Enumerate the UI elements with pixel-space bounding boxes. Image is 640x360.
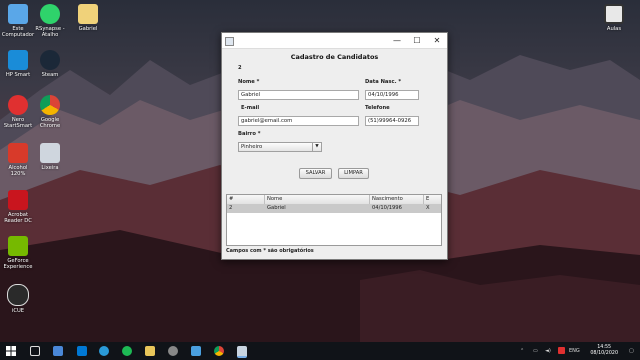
desktop-icon-label: Alcohol 120% [8, 165, 28, 177]
cell-nome: Gabriel [267, 205, 286, 211]
column-header-id[interactable]: # [227, 195, 265, 204]
spotify-taskbar-icon[interactable] [122, 346, 132, 356]
id-value: 2 [238, 65, 242, 71]
system-clock[interactable]: 14:55 08/10/2020 [590, 345, 618, 357]
desktop-icon-steam[interactable]: Steam [27, 50, 73, 78]
salvar-button[interactable]: SALVAR [299, 168, 332, 179]
bairro-selected-value: Pinheiro [241, 144, 263, 150]
desktop-icon-label: Aulas [606, 26, 622, 32]
recycle-bin-icon [40, 143, 60, 163]
hp-smart-icon [8, 50, 28, 70]
desktop-icon-acrobat[interactable]: Acrobat Reader DC [0, 190, 41, 224]
network-icon[interactable]: ▭ [533, 342, 538, 360]
telefone-label: Telefone [365, 105, 390, 111]
desktop-icon-gabriel[interactable]: Gabriel [65, 4, 111, 32]
candidatos-table[interactable]: # Nome Nascimento E 2 Gabriel 04/10/1996… [226, 194, 442, 246]
nome-field[interactable]: Gabriel [238, 90, 359, 100]
table-row[interactable]: 2 Gabriel 04/10/1996 X [227, 204, 441, 213]
cell-id: 2 [229, 205, 233, 211]
desktop-icon-icue[interactable]: iCUE [0, 284, 41, 314]
folder-taskbar-icon[interactable] [145, 346, 155, 356]
nero-icon [8, 95, 28, 115]
window-titlebar[interactable]: — ☐ ✕ [222, 33, 447, 49]
desktop-icon-label: RSynapse - Atalho [35, 26, 65, 38]
steam-icon [40, 50, 60, 70]
chevron-down-icon: ▼ [312, 143, 321, 151]
data-nasc-field[interactable]: 04/10/1996 [365, 90, 419, 100]
bairro-select[interactable]: Pinheiro ▼ [238, 142, 322, 152]
chrome-icon [40, 95, 60, 115]
desktop-icon-label: Google Chrome [39, 117, 61, 129]
desktop-icon-label: iCUE [11, 308, 25, 314]
java-taskbar-icon[interactable] [237, 346, 247, 358]
desktop-icon-label: Gabriel [78, 26, 98, 32]
store-taskbar-icon[interactable] [77, 346, 87, 356]
desktop-icon-aulas[interactable]: Aulas [591, 4, 637, 32]
java-app-icon [225, 37, 234, 46]
column-header-nome[interactable]: Nome [265, 195, 370, 204]
email-label: E-mail [241, 105, 260, 111]
limpar-button[interactable]: LIMPAR [338, 168, 369, 179]
maximize-button[interactable]: ☐ [407, 33, 427, 48]
app-taskbar-icon[interactable] [191, 346, 201, 356]
computer-icon [8, 4, 28, 24]
bairro-label: Bairro * [238, 131, 261, 137]
chevron-up-icon[interactable]: ⌃ [520, 342, 524, 360]
column-header-nascimento[interactable]: Nascimento [370, 195, 424, 204]
settings-taskbar-icon[interactable] [168, 346, 178, 356]
telefone-field[interactable]: (51)99964-0926 [365, 116, 419, 126]
email-field[interactable]: gabriel@email.com [238, 116, 359, 126]
task-view-icon[interactable] [30, 346, 40, 356]
desktop-icon-label: Acrobat Reader DC [4, 212, 32, 224]
cell-nascimento: 04/10/1996 [372, 205, 402, 211]
acrobat-icon [8, 190, 28, 210]
folder-icon [78, 4, 98, 24]
desktop-icon-geforce[interactable]: GeForce Experience [0, 236, 41, 270]
alcohol-icon [8, 143, 28, 163]
data-nasc-label: Data Nasc. * [365, 79, 402, 85]
icue-icon [7, 284, 29, 306]
desktop-icon-chrome[interactable]: Google Chrome [27, 95, 73, 129]
column-header-e[interactable]: E [424, 195, 443, 204]
tray-app-icon[interactable] [558, 347, 565, 354]
minimize-button[interactable]: — [387, 33, 407, 48]
nome-label: Nome * [238, 79, 260, 85]
clock-date: 08/10/2020 [590, 351, 618, 356]
notification-icon[interactable]: ▢ [629, 342, 634, 360]
file-explorer-taskbar-icon[interactable] [53, 346, 63, 356]
cell-delete[interactable]: X [424, 204, 443, 213]
desktop-icon-label: Lixeira [41, 165, 59, 171]
required-fields-note: Campos com * são obrigatórios [226, 248, 314, 254]
geforce-icon [8, 236, 28, 256]
desktop-icon-lixeira[interactable]: Lixeira [27, 143, 73, 171]
volume-icon[interactable]: ◄) [545, 342, 551, 360]
close-button[interactable]: ✕ [427, 33, 447, 48]
desktop-icon-label: GeForce Experience [3, 258, 33, 270]
rsynapse-icon [40, 4, 60, 24]
taskbar: ⌃ ▭ ◄) ENG 14:55 08/10/2020 ▢ [0, 342, 640, 360]
edge-taskbar-icon[interactable] [99, 346, 109, 356]
folder-dark-icon [604, 4, 624, 24]
form-title: Cadastro de Candidatos [290, 53, 379, 61]
language-indicator[interactable]: ENG [569, 342, 580, 360]
windows-start-icon[interactable] [6, 346, 16, 356]
desktop-icon-label: Steam [41, 72, 59, 78]
chrome-taskbar-icon[interactable] [214, 346, 224, 356]
